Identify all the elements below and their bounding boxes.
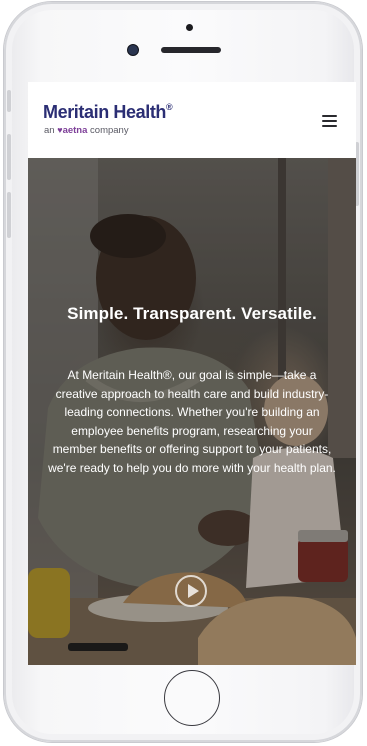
meritain-health-logo[interactable]: Meritain Health® [43,102,173,123]
hamburger-menu-icon[interactable] [318,112,340,130]
site-header: Meritain Health® an ♥aetna company [28,82,356,159]
logo-registered-mark: ® [166,102,173,112]
hero-section: Simple. Transparent. Versatile. At Merit… [28,158,356,665]
volume-down-button [7,192,11,238]
play-video-button[interactable] [175,575,207,607]
logo-tagline: an ♥aetna company [44,125,129,136]
tagline-suffix: company [90,125,129,136]
phone-screen: Meritain Health® an ♥aetna company Simpl… [28,82,356,665]
earpiece-speaker [161,47,221,53]
phone-frame: Meritain Health® an ♥aetna company Simpl… [4,2,362,742]
home-button [164,670,220,726]
hero-title: Simple. Transparent. Versatile. [67,304,317,323]
mute-switch [7,90,11,112]
tagline-prefix: an [44,125,55,136]
logo-text: Meritain Health [43,102,167,122]
volume-up-button [7,134,11,180]
play-icon [188,584,199,598]
hero-description: At Meritain Health®, our goal is simple—… [48,368,336,475]
sensor-dot [186,24,193,31]
tagline-brand: aetna [62,125,88,136]
front-camera [127,44,139,56]
